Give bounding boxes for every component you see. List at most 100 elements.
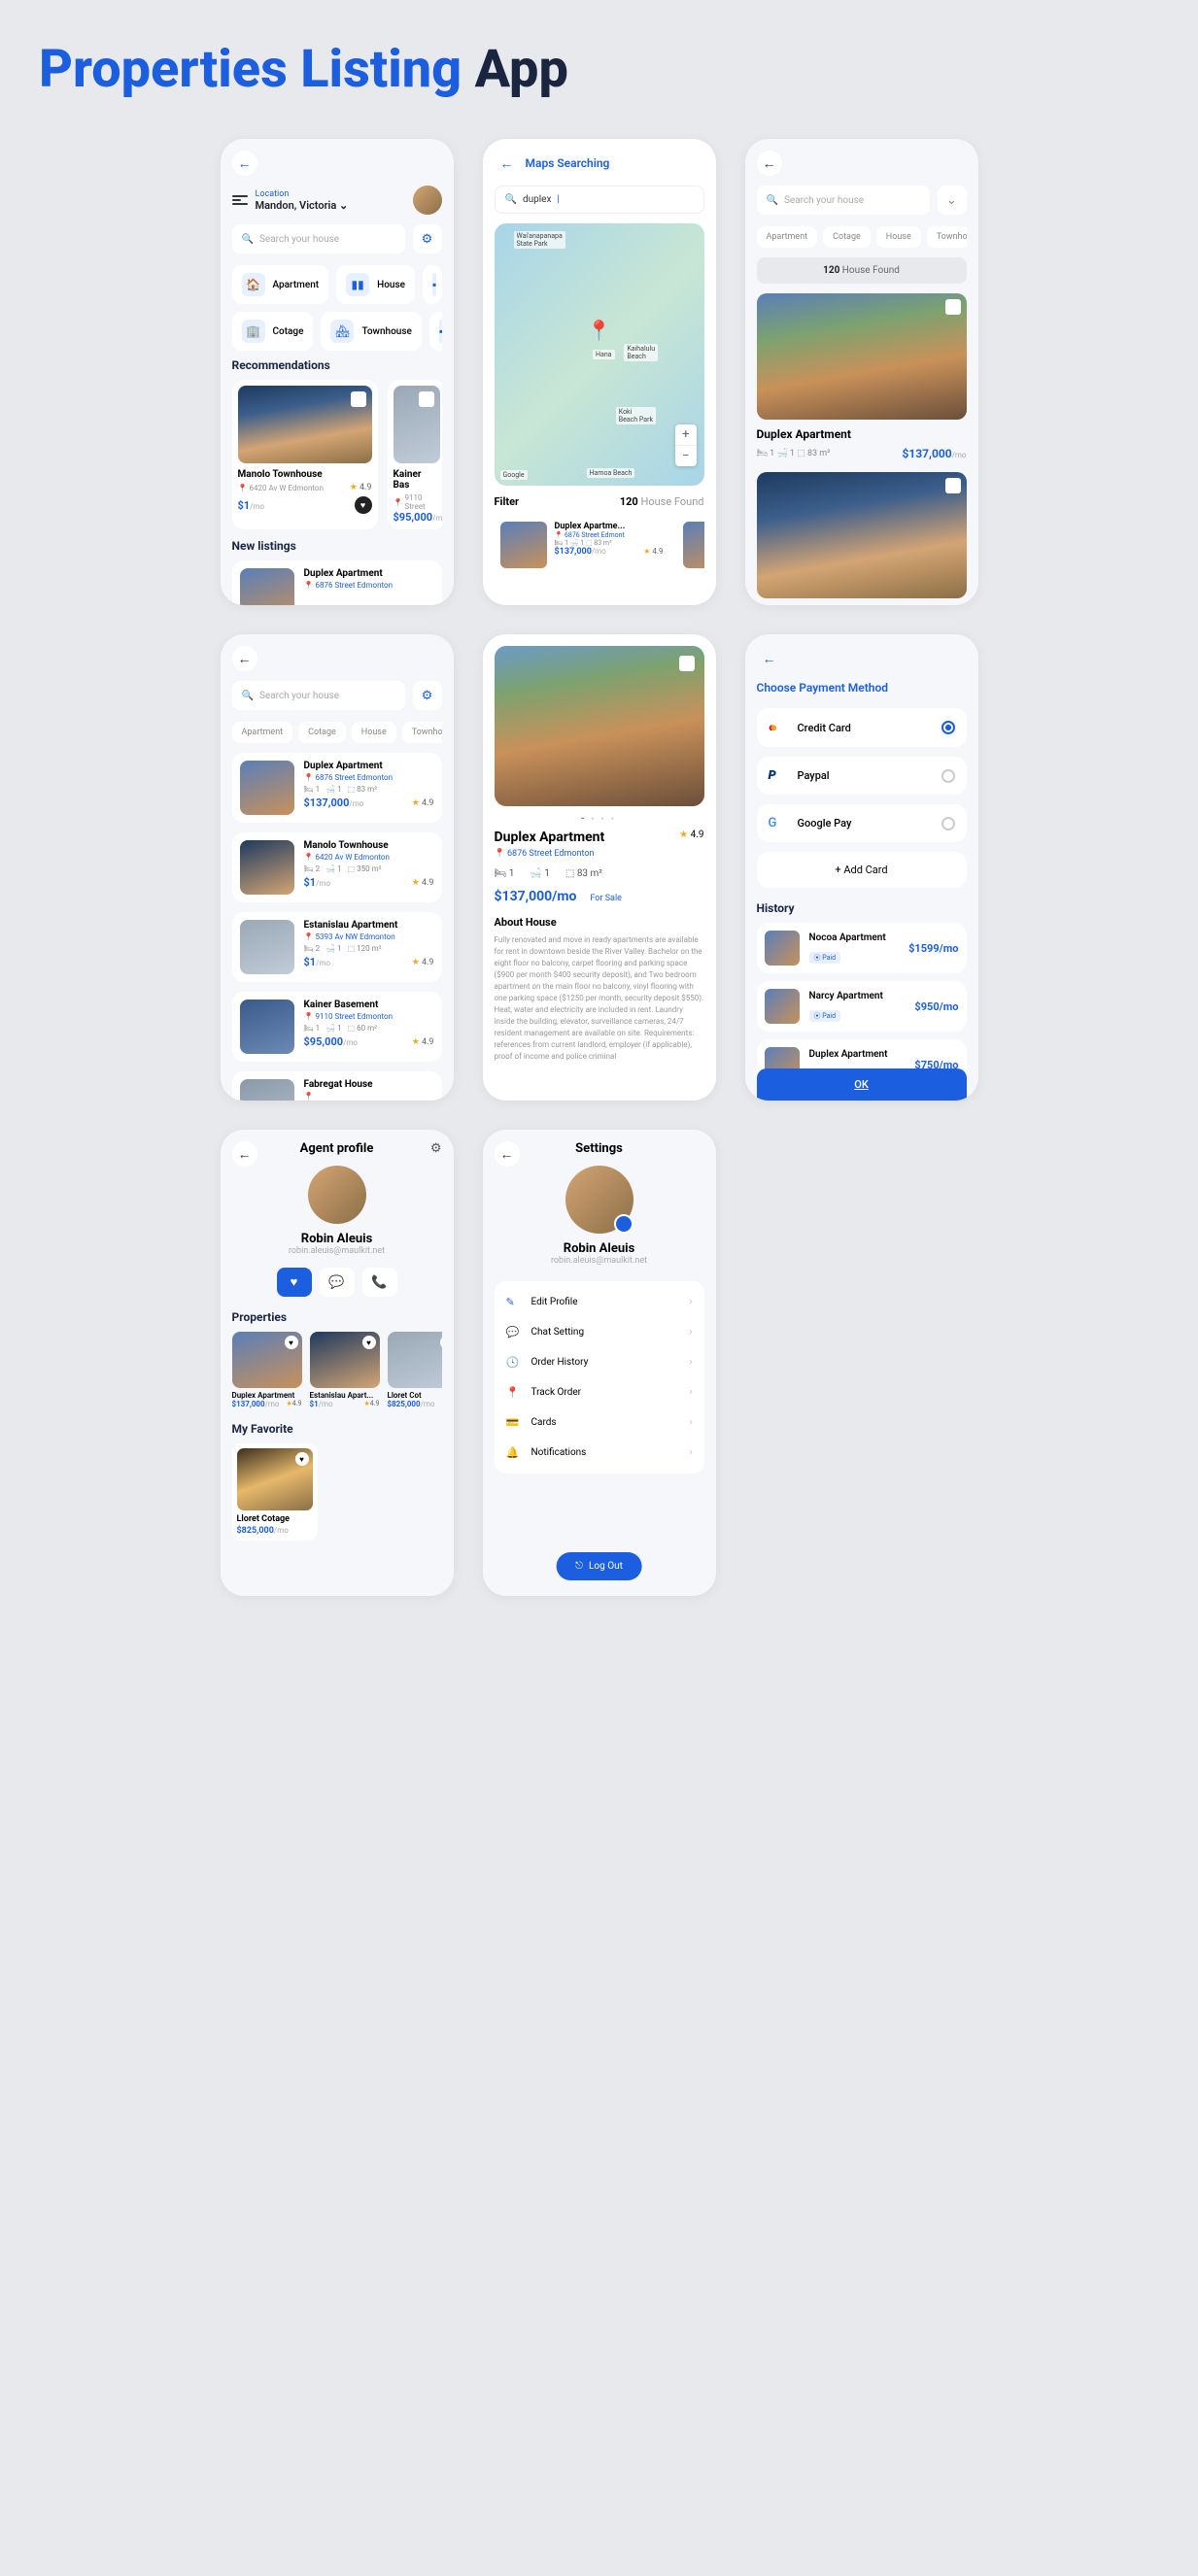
property-mini[interactable]: ♥ Estanislau Apart... $1/mo★4.9 (310, 1332, 380, 1408)
avatar[interactable] (413, 186, 442, 215)
screen-list: ← 🔍Search your house ⚙ Apartment Cotage … (221, 634, 454, 1101)
rec-card[interactable]: Manolo Townhouse 📍6420 Av W Edmonton ★ 4… (232, 380, 378, 529)
rec-card[interactable]: Kainer Bas 📍9110 Street $95,000/mo (388, 380, 442, 529)
back-button[interactable]: ← (495, 1141, 520, 1167)
chip[interactable]: Townho (402, 722, 442, 743)
payment-credit-card[interactable]: ●●Credit Card (757, 708, 967, 747)
search-input[interactable]: 🔍Search your house (232, 681, 405, 710)
settings-item[interactable]: 💳 Cards › (495, 1407, 704, 1438)
zoom-out[interactable]: − (675, 446, 696, 466)
bookmark-icon[interactable] (945, 299, 961, 315)
bookmark-icon[interactable] (419, 391, 434, 407)
search-input[interactable]: 🔍Search your house (232, 224, 405, 254)
page-title-dark: App (462, 39, 568, 100)
heart-icon[interactable]: ♥ (295, 1452, 309, 1466)
zoom-control[interactable]: +− (675, 424, 696, 466)
filter-button[interactable]: ⚙ (413, 681, 442, 710)
edit-avatar-icon[interactable] (614, 1214, 633, 1234)
chip[interactable]: House (352, 722, 396, 743)
chip-cotage[interactable]: Cotage (823, 226, 871, 248)
back-button[interactable]: ← (757, 646, 782, 671)
search-icon: 🔍 (242, 234, 254, 245)
results-count: 120 House Found (757, 257, 967, 284)
settings-item[interactable]: ✎ Edit Profile › (495, 1287, 704, 1317)
search-input[interactable]: 🔍Search your house (757, 186, 930, 215)
list-item[interactable]: Manolo Townhouse 📍6420 Av W Edmonton 🛏 2… (232, 832, 442, 902)
back-button[interactable]: ← (232, 1141, 257, 1167)
tab-chat[interactable]: 💬 (320, 1268, 355, 1297)
logout-button[interactable]: ⎋Log Out (556, 1552, 642, 1580)
dropdown-button[interactable]: ⌄ (938, 186, 967, 215)
result-card[interactable]: Duplex Apartment 🛏 1 🛁 1 ⬚ 83 m² $137,00… (757, 293, 967, 460)
page-title-blue: Properties Listing (39, 39, 462, 100)
category-townhouse[interactable]: 🏘Townhouse (321, 312, 421, 351)
bookmark-icon[interactable] (945, 478, 961, 493)
chip-townhouse[interactable]: Townho (927, 226, 967, 248)
settings-item-icon: 💬 (506, 1326, 522, 1339)
list-item[interactable]: Kainer Basement 📍9110 Street Edmonton 🛏 … (232, 992, 442, 1062)
history-title: History (757, 901, 967, 915)
new-listings-title: New listings (232, 539, 442, 553)
menu-icon[interactable] (232, 195, 248, 205)
settings-item[interactable]: 🔔 Notifications › (495, 1438, 704, 1468)
favorite-title: My Favorite (232, 1422, 442, 1436)
filter-button[interactable]: ⚙ (413, 224, 442, 254)
bookmark-icon[interactable] (679, 656, 695, 671)
list-item[interactable]: Duplex Apartment 📍6876 Street Edmonton (232, 560, 442, 605)
list-item[interactable]: Estanislau Apartment 📍5393 Av NW Edmonto… (232, 912, 442, 982)
settings-item[interactable]: 🕓 Order History › (495, 1347, 704, 1377)
chip-apartment[interactable]: Apartment (757, 226, 818, 248)
favorite-card[interactable]: ♥ Lloret Cotage $825,000/mo (232, 1443, 318, 1541)
history-item[interactable]: Nocoa Apartment⦿ Paid $1599/mo (757, 923, 967, 973)
bookmark-icon[interactable] (351, 391, 366, 407)
chip-house[interactable]: House (876, 226, 921, 248)
ok-button[interactable]: OK (757, 1068, 967, 1101)
location-value[interactable]: Mandon, Victoria ⌄ (256, 199, 349, 212)
search-icon: 🔍 (242, 691, 254, 701)
radio-off (941, 817, 955, 830)
settings-item[interactable]: 📍 Track Order › (495, 1377, 704, 1407)
screen-payment: ← Choose Payment Method ●●Credit Card PP… (745, 634, 978, 1101)
payment-google-pay[interactable]: GGoogle Pay (757, 804, 967, 842)
back-button[interactable]: ← (757, 151, 782, 176)
category-apartment[interactable]: 🏠Apartment (232, 265, 329, 304)
property-specs: 🛏 1 🛁 1 ⬚ 83 m² (495, 868, 704, 879)
recommendations-title: Recommendations (232, 358, 442, 372)
search-input[interactable]: 🔍duplex| (495, 186, 704, 214)
tab-favorites[interactable]: ♥ (277, 1268, 312, 1297)
category-house[interactable]: ▮▮House (336, 265, 415, 304)
heart-icon[interactable]: ♥ (355, 496, 372, 514)
home-icon: 🏠 (242, 273, 265, 296)
map[interactable]: Wai'anapanapa State Park 📍 Hana Kaihalul… (495, 223, 704, 486)
category-more2[interactable]: ▪ (429, 312, 442, 351)
filter-label[interactable]: Filter (495, 495, 520, 508)
zoom-in[interactable]: + (675, 424, 696, 446)
chip[interactable]: Apartment (232, 722, 293, 743)
list-item[interactable]: Fabregat House 📍 (232, 1071, 442, 1101)
back-button[interactable]: ← (232, 151, 257, 176)
settings-item-icon: 🕓 (506, 1356, 522, 1369)
pin-icon: 📍 (304, 581, 314, 590)
map-list-card[interactable]: Duplex Apartme... 📍 6876 Street Edmont 🛏… (495, 516, 669, 574)
map-list-card[interactable] (677, 516, 704, 574)
property-mini[interactable]: ♥ Duplex Apartment $137,000/mo★4.9 (232, 1332, 302, 1408)
history-item[interactable]: Narcy Apartment⦿ Paid $950/mo (757, 981, 967, 1032)
add-card-button[interactable]: + Add Card (757, 852, 967, 888)
category-more[interactable]: ▪ (423, 265, 442, 304)
avatar[interactable] (565, 1166, 633, 1234)
screen-settings: ← Settings Robin Aleuis robin.aleuis@mau… (483, 1130, 716, 1596)
settings-icon[interactable]: ⚙ (430, 1141, 442, 1156)
list-item[interactable]: Duplex Apartment 📍6876 Street Edmonton 🛏… (232, 753, 442, 823)
chip[interactable]: Cotage (298, 722, 346, 743)
result-card[interactable]: Manolo Townhouse 🛏 2 🛁 1 ⬚ 350 m² $1/mo (757, 472, 967, 605)
back-button[interactable]: ← (495, 151, 520, 176)
category-cotage[interactable]: 🏢Cotage (232, 312, 314, 351)
back-button[interactable]: ← (232, 646, 257, 671)
carousel-dots[interactable]: ━ ● ● ● (495, 816, 704, 822)
mastercard-icon: ●● (769, 720, 788, 735)
payment-paypal[interactable]: PPaypal (757, 757, 967, 795)
property-mini[interactable]: ♥ Lloret Cot $825,000/mo★4.9 (388, 1332, 442, 1408)
screen-agent-profile: ← Agent profile ⚙ Robin Aleuis robin.ale… (221, 1130, 454, 1596)
tab-call[interactable]: 📞 (362, 1268, 397, 1297)
settings-item[interactable]: 💬 Chat Setting › (495, 1317, 704, 1347)
